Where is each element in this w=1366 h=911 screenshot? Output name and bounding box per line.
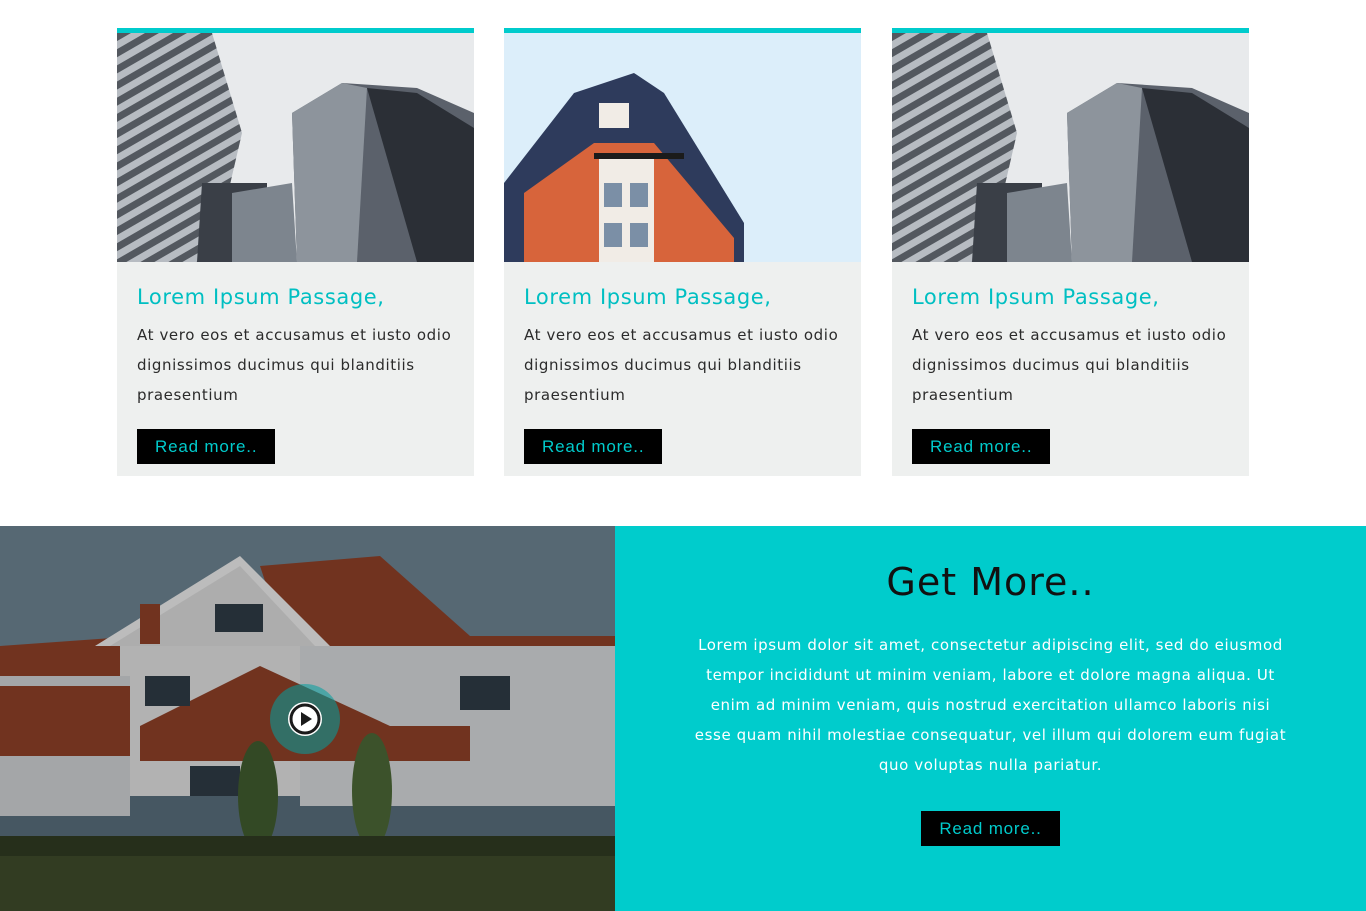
- skyscrapers-image: [892, 33, 1249, 262]
- card-title: Lorem Ipsum Passage,: [524, 285, 772, 309]
- card-1: Lorem Ipsum Passage, At vero eos et accu…: [117, 28, 474, 476]
- skyscrapers-image: [117, 33, 474, 262]
- read-more-button[interactable]: Read more..: [921, 811, 1060, 846]
- card-body: Lorem Ipsum Passage, At vero eos et accu…: [117, 262, 474, 464]
- play-video-button[interactable]: [270, 684, 340, 754]
- card-3: Lorem Ipsum Passage, At vero eos et accu…: [892, 28, 1249, 476]
- card-body: Lorem Ipsum Passage, At vero eos et accu…: [892, 262, 1249, 464]
- card-text: At vero eos et accusamus et iusto odio d…: [137, 326, 452, 404]
- read-more-button[interactable]: Read more..: [137, 429, 276, 464]
- feature-section: Get More.. Lorem ipsum dolor sit amet, c…: [0, 526, 1366, 911]
- card-title: Lorem Ipsum Passage,: [137, 285, 385, 309]
- promo-panel: Get More.. Lorem ipsum dolor sit amet, c…: [615, 526, 1366, 911]
- corner-building-image: [504, 33, 861, 262]
- card-text: At vero eos et accusamus et iusto odio d…: [524, 326, 839, 404]
- card-text: At vero eos et accusamus et iusto odio d…: [912, 326, 1227, 404]
- play-icon: [288, 702, 322, 736]
- read-more-button[interactable]: Read more..: [912, 429, 1051, 464]
- card-title: Lorem Ipsum Passage,: [912, 285, 1160, 309]
- promo-text: Lorem ipsum dolor sit amet, consectetur …: [694, 636, 1287, 774]
- read-more-button[interactable]: Read more..: [524, 429, 663, 464]
- card-2: Lorem Ipsum Passage, At vero eos et accu…: [504, 28, 861, 476]
- promo-title: Get More..: [886, 560, 1095, 604]
- cards-row: Lorem Ipsum Passage, At vero eos et accu…: [117, 28, 1249, 476]
- house-image: [0, 526, 615, 911]
- card-body: Lorem Ipsum Passage, At vero eos et accu…: [504, 262, 861, 464]
